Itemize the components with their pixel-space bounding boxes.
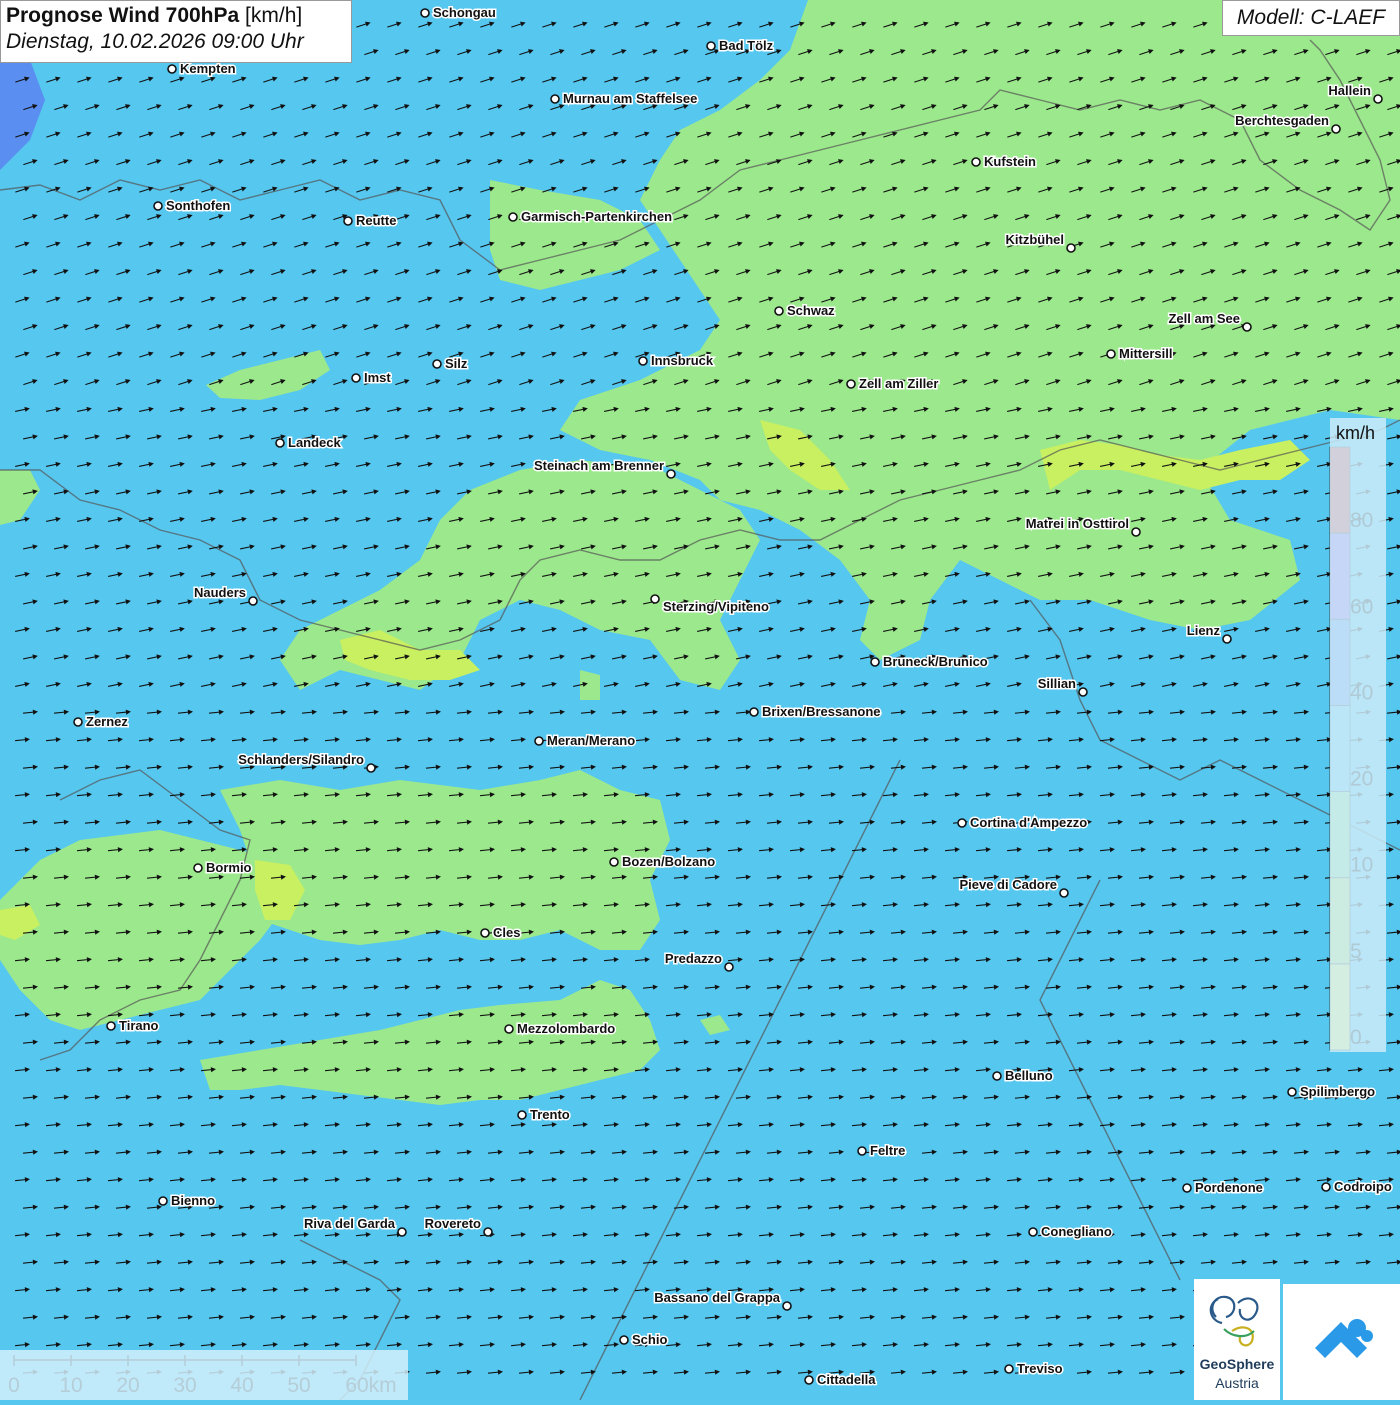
city-label: Pieve di Cadore bbox=[959, 877, 1057, 892]
city-label: Conegliano bbox=[1041, 1224, 1112, 1239]
city-label: Predazzo bbox=[665, 951, 722, 966]
city-label: Cortina d'Ampezzo bbox=[970, 815, 1087, 830]
city-label: Sillian bbox=[1038, 676, 1076, 691]
city-brixen-bressanone[interactable]: Brixen/Bressanone bbox=[749, 703, 882, 721]
cloud-app-logo[interactable] bbox=[1283, 1284, 1400, 1400]
city-sonthofen[interactable]: Sonthofen bbox=[153, 197, 232, 215]
city-label: Innsbruck bbox=[651, 353, 714, 368]
logo-name: GeoSphere bbox=[1199, 1356, 1275, 1372]
city-label: Spilimbergo bbox=[1300, 1084, 1375, 1099]
city-label: Bormio bbox=[206, 860, 252, 875]
city-label: Berchtesgaden bbox=[1235, 113, 1329, 128]
city-label: Bozen/Bolzano bbox=[622, 854, 715, 869]
city-label: Trento bbox=[530, 1107, 570, 1122]
city-label: Kempten bbox=[180, 61, 236, 76]
city-label: Bruneck/Brunico bbox=[883, 654, 988, 669]
city-bozen-bolzano[interactable]: Bozen/Bolzano bbox=[609, 853, 717, 871]
logo-country: Austria bbox=[1215, 1375, 1259, 1391]
city-label: Hallein bbox=[1328, 83, 1371, 98]
geosphere-swirl-icon bbox=[1209, 1295, 1259, 1347]
city-label: Riva del Garda bbox=[304, 1216, 396, 1231]
city-bruneck-brunico[interactable]: Bruneck/Brunico bbox=[870, 653, 989, 671]
city-label: Schlanders/Silandro bbox=[238, 752, 364, 767]
city-label: Treviso bbox=[1017, 1361, 1063, 1376]
geosphere-logo[interactable]: GeoSphere Austria bbox=[1194, 1279, 1280, 1400]
city-label: Schongau bbox=[433, 5, 496, 20]
city-label: Cles bbox=[493, 925, 520, 940]
city-label: Brixen/Bressanone bbox=[762, 704, 881, 719]
legend-panel bbox=[1330, 418, 1386, 1052]
city-innsbruck[interactable]: Innsbruck bbox=[638, 352, 715, 370]
city-mezzolombardo[interactable]: Mezzolombardo bbox=[504, 1020, 617, 1038]
city-label: Sonthofen bbox=[166, 198, 230, 213]
city-label: Codroipo bbox=[1334, 1179, 1392, 1194]
title-unit: [km/h] bbox=[245, 4, 303, 27]
city-label: Feltre bbox=[870, 1143, 905, 1158]
city-cortina-d-ampezzo[interactable]: Cortina d'Ampezzo bbox=[957, 814, 1089, 832]
scale-panel bbox=[0, 1350, 408, 1400]
city-garmisch-partenkirchen[interactable]: Garmisch-Partenkirchen bbox=[508, 208, 674, 226]
city-conegliano[interactable]: Conegliano bbox=[1028, 1223, 1113, 1241]
legend-unit: km/h bbox=[1336, 423, 1376, 443]
city-label: Zell am Ziller bbox=[859, 376, 938, 391]
city-label: Bienno bbox=[171, 1193, 215, 1208]
city-label: Bad Tölz bbox=[719, 38, 774, 53]
city-label: Schwaz bbox=[787, 303, 835, 318]
city-label: Landeck bbox=[288, 435, 342, 450]
city-label: Reutte bbox=[356, 213, 396, 228]
title-box: Prognose Wind 700hPa [km/h] Dienstag, 10… bbox=[0, 0, 352, 63]
city-label: Kitzbühel bbox=[1006, 232, 1065, 247]
city-label: Rovereto bbox=[425, 1216, 481, 1231]
city-label: Garmisch-Partenkirchen bbox=[521, 209, 672, 224]
city-label: Mittersill bbox=[1119, 346, 1172, 361]
city-spilimbergo[interactable]: Spilimbergo bbox=[1287, 1083, 1377, 1101]
forecast-time: Dienstag, 10.02.2026 09:00 Uhr bbox=[6, 30, 304, 53]
city-schongau[interactable]: Schongau bbox=[420, 4, 497, 22]
city-label: Steinach am Brenner bbox=[534, 458, 664, 473]
city-label: Nauders bbox=[194, 585, 246, 600]
city-label: Zernez bbox=[86, 714, 128, 729]
city-label: Cittadella bbox=[817, 1372, 876, 1387]
city-meran-merano[interactable]: Meran/Merano bbox=[534, 732, 637, 750]
title-main: Prognose Wind 700hPa bbox=[6, 4, 240, 27]
city-zell-am-ziller[interactable]: Zell am Ziller bbox=[846, 375, 940, 393]
model-label: Modell: C-LAEF bbox=[1222, 0, 1400, 36]
city-murnau-am-staffelsee[interactable]: Murnau am Staffelsee bbox=[550, 90, 699, 108]
city-label: Imst bbox=[364, 370, 391, 385]
city-label: Pordenone bbox=[1195, 1180, 1263, 1195]
cloud-arrow-icon bbox=[1315, 1319, 1373, 1358]
city-label: Belluno bbox=[1005, 1068, 1053, 1083]
city-label: Kufstein bbox=[984, 154, 1036, 169]
city-label: Bassano del Grappa bbox=[654, 1290, 780, 1305]
city-label: Lienz bbox=[1187, 623, 1221, 638]
city-label: Tirano bbox=[119, 1018, 159, 1033]
city-label: Murnau am Staffelsee bbox=[563, 91, 697, 106]
city-label: Meran/Merano bbox=[547, 733, 635, 748]
city-label: Matrei in Osttirol bbox=[1026, 516, 1129, 531]
city-label: Zell am See bbox=[1168, 311, 1240, 326]
city-label: Sterzing/Vipiteno bbox=[663, 599, 769, 614]
city-pordenone[interactable]: Pordenone bbox=[1182, 1179, 1264, 1197]
city-label: Schio bbox=[632, 1332, 667, 1347]
wind-map[interactable]: Schongau Bad Tölz Kempten Murnau am Staffel… bbox=[0, 0, 1400, 1400]
city-label: Silz bbox=[445, 356, 468, 371]
map-title: Prognose Wind 700hPa [km/h] bbox=[6, 4, 346, 28]
city-label: Mezzolombardo bbox=[517, 1021, 615, 1036]
